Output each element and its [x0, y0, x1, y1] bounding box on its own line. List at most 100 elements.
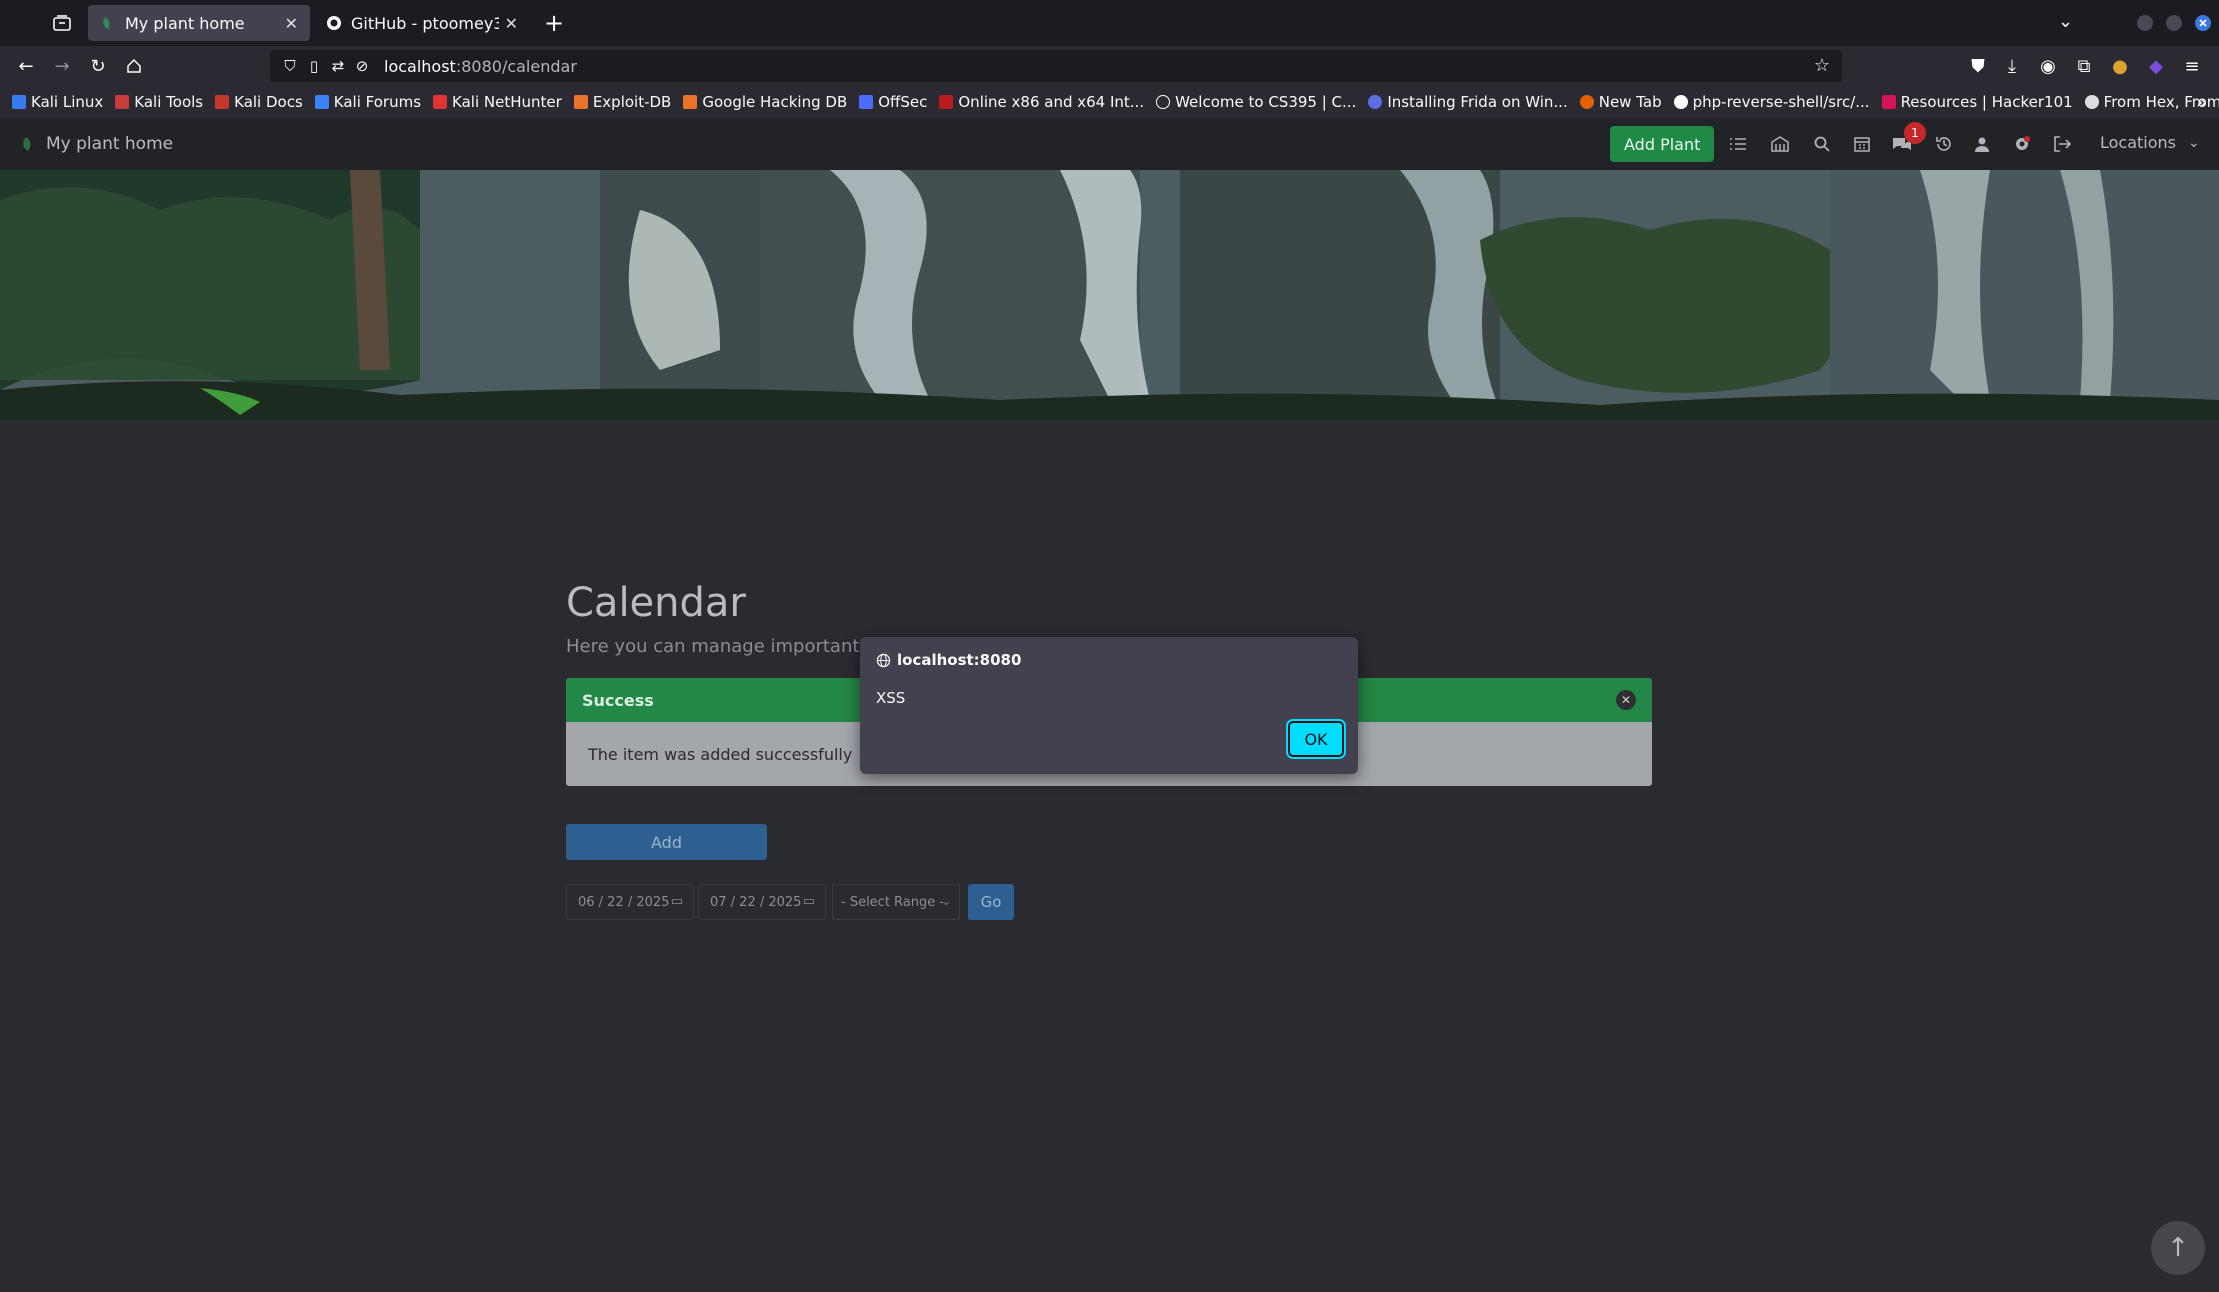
- bookmark-item[interactable]: Kali Linux: [12, 93, 103, 111]
- permissions-icon[interactable]: ⇄: [326, 57, 350, 75]
- dialog-origin: localhost:8080: [876, 651, 1021, 669]
- chevron-down-icon[interactable]: ⌄: [2058, 11, 2073, 32]
- close-window-button[interactable]: [2195, 15, 2211, 31]
- end-date-value: 07 / 22 / 2025: [710, 894, 802, 910]
- close-tab-icon[interactable]: ✕: [285, 14, 298, 33]
- waterfall-banner-image: [0, 170, 2219, 420]
- checklist-icon[interactable]: [1726, 132, 1750, 156]
- scroll-to-top-button[interactable]: ↑: [2151, 1221, 2205, 1275]
- add-plant-button[interactable]: Add Plant: [1610, 126, 1715, 162]
- bookmark-label: php-reverse-shell/src/...: [1692, 93, 1870, 111]
- back-arrow-icon[interactable]: ←: [14, 54, 38, 78]
- bookmark-item[interactable]: Kali Tools: [115, 93, 203, 111]
- chevron-double-right-icon[interactable]: »: [2196, 92, 2207, 113]
- start-date-value: 06 / 22 / 2025: [578, 894, 670, 910]
- github-icon: [1673, 95, 1688, 109]
- browser-nav-bar: ← → ↻ ⛉ ▯ ⇄ ⊘ localhost:8080/calendar ☆ …: [0, 46, 2219, 86]
- alert-message: The item was added successfully: [588, 744, 853, 764]
- download-icon[interactable]: ⤓: [2000, 54, 2024, 78]
- calendar-icon[interactable]: ▭: [803, 894, 815, 909]
- range-select[interactable]: - Select Range - ⌄: [832, 884, 960, 920]
- bookmark-item[interactable]: Exploit-DB: [573, 93, 671, 111]
- forward-arrow-icon[interactable]: →: [50, 54, 74, 78]
- calendar-icon[interactable]: ▭: [671, 894, 683, 909]
- reload-icon[interactable]: ↻: [86, 54, 110, 78]
- bookmark-label: Kali Forums: [333, 93, 422, 111]
- bookmark-item[interactable]: OffSec: [859, 93, 927, 111]
- tab-github[interactable]: GitHub - ptoomey3/evilar ✕: [314, 5, 530, 41]
- plant-favicon-icon: [103, 17, 110, 29]
- url-bar[interactable]: ⛉ ▯ ⇄ ⊘ localhost:8080/calendar ☆: [270, 50, 1842, 82]
- shield-icon[interactable]: ⛉: [278, 57, 302, 75]
- start-date-input[interactable]: 06 / 22 / 2025 ▭: [566, 884, 694, 920]
- tab-list-icon[interactable]: [44, 10, 80, 36]
- new-tab-button[interactable]: +: [544, 9, 564, 37]
- github-icon: [327, 16, 341, 30]
- history-icon[interactable]: [1932, 132, 1956, 156]
- kali-docs-icon: [215, 95, 230, 109]
- end-date-input[interactable]: 07 / 22 / 2025 ▭: [698, 884, 826, 920]
- bookmark-label: Online x86 and x64 Int...: [958, 93, 1145, 111]
- maximize-button[interactable]: [2166, 15, 2182, 31]
- user-icon[interactable]: [1970, 132, 1994, 156]
- go-button[interactable]: Go: [968, 884, 1014, 920]
- arrow-up-icon: ↑: [2167, 1233, 2189, 1263]
- url-text[interactable]: localhost:8080/calendar: [384, 57, 577, 76]
- brand-link[interactable]: My plant home: [20, 134, 173, 154]
- offsec-icon: [859, 95, 874, 109]
- leaf-logo-icon: [23, 137, 31, 151]
- locations-dropdown[interactable]: Locations ⌄: [2100, 133, 2200, 152]
- logout-icon[interactable]: [2050, 132, 2074, 156]
- pocket-icon[interactable]: ⛊: [1966, 54, 1990, 78]
- calendar-icon[interactable]: [1850, 132, 1874, 156]
- menu-icon[interactable]: ≡: [2180, 54, 2204, 78]
- bookmark-label: Installing Frida on Win...: [1387, 93, 1568, 111]
- bookmark-label: Google Hacking DB: [702, 93, 848, 111]
- account-icon[interactable]: ◉: [2036, 54, 2060, 78]
- bookmark-label: OffSec: [878, 93, 928, 111]
- url-path: :8080/calendar: [455, 56, 577, 76]
- settings-gear-icon[interactable]: [2010, 132, 2034, 156]
- bookmark-item[interactable]: Google Hacking DB: [683, 93, 847, 111]
- insecure-connection-icon[interactable]: ⊘: [350, 57, 374, 75]
- dialog-message: XSS: [876, 689, 906, 707]
- alert-dialog: localhost:8080 XSS OK: [860, 637, 1358, 774]
- search-icon[interactable]: [1810, 132, 1834, 156]
- nethunter-icon: [433, 95, 448, 109]
- tab-title: My plant home: [125, 13, 245, 33]
- close-icon[interactable]: ✕: [1616, 690, 1636, 710]
- bookmark-item[interactable]: Resources | Hacker101: [1881, 93, 2073, 111]
- close-tab-icon[interactable]: ✕: [505, 14, 518, 33]
- greenhouse-icon[interactable]: [1768, 132, 1792, 156]
- tab-my-plant-home[interactable]: My plant home ✕: [88, 5, 310, 41]
- extension-purple-icon[interactable]: ◆: [2144, 54, 2168, 78]
- wordpress-icon: [1368, 95, 1383, 109]
- page-icon[interactable]: ▯: [302, 57, 326, 75]
- bookmark-label: Kali Linux: [31, 93, 104, 111]
- add-date-button[interactable]: Add: [566, 824, 767, 860]
- range-select-value: - Select Range -: [841, 894, 945, 910]
- ghdb-icon: [683, 95, 698, 109]
- minimize-button[interactable]: [2137, 15, 2153, 31]
- url-host: localhost: [384, 56, 456, 76]
- bookmark-item[interactable]: Kali Forums: [314, 93, 422, 111]
- chevron-down-icon: ⌄: [2188, 134, 2200, 151]
- bookmark-item[interactable]: php-reverse-shell/src/...: [1673, 93, 1870, 111]
- bookmark-label: Kali NetHunter: [452, 93, 562, 111]
- home-icon[interactable]: [122, 54, 146, 78]
- extensions-icon[interactable]: ⧉: [2072, 54, 2096, 78]
- bookmark-star-icon[interactable]: ☆: [1814, 55, 1830, 76]
- hacker101-icon: [1881, 95, 1896, 109]
- bookmark-item[interactable]: Online x86 and x64 Int...: [939, 93, 1144, 111]
- ok-button[interactable]: OK: [1286, 719, 1346, 759]
- bookmark-item[interactable]: New Tab: [1579, 93, 1662, 111]
- bookmark-item[interactable]: Installing Frida on Win...: [1368, 93, 1568, 111]
- bookmark-item[interactable]: Kali NetHunter: [433, 93, 562, 111]
- bookmark-item[interactable]: Kali Docs: [215, 93, 303, 111]
- bookmark-label: Kali Docs: [234, 93, 303, 111]
- extension-orange-icon[interactable]: ●: [2108, 54, 2132, 78]
- kali-tools-icon: [115, 95, 130, 109]
- bookmark-label: New Tab: [1598, 93, 1662, 111]
- bookmark-item[interactable]: Welcome to CS395 | C...: [1156, 93, 1356, 111]
- kali-forums-icon: [314, 95, 329, 109]
